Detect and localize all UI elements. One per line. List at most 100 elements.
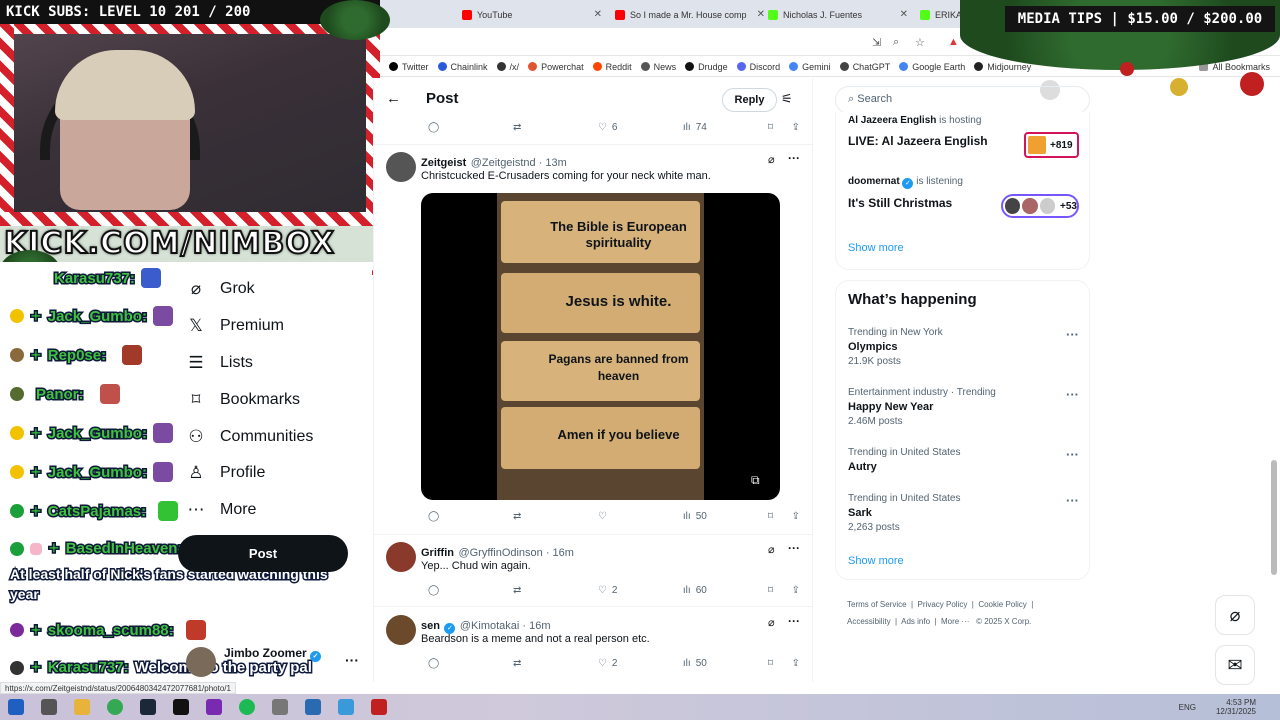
app-icon[interactable]: [305, 699, 321, 715]
close-tab-icon[interactable]: ✕: [594, 9, 602, 20]
more-icon[interactable]: ···: [1066, 387, 1079, 402]
space-listeners[interactable]: +819: [1024, 132, 1079, 158]
obs-icon[interactable]: [371, 699, 387, 715]
spotify-icon[interactable]: [239, 699, 255, 715]
space-listeners[interactable]: +53: [1001, 194, 1079, 218]
footer-link[interactable]: Cookie Policy: [978, 600, 1026, 609]
telegram-icon[interactable]: [338, 699, 354, 715]
bookmark-icon[interactable]: ⌑: [768, 122, 792, 133]
bookmark-icon[interactable]: ⌑: [768, 658, 792, 669]
star-icon[interactable]: ☆: [915, 36, 925, 49]
share-icon[interactable]: ⇪: [792, 658, 800, 669]
bookmark-icon[interactable]: ⌑: [768, 585, 792, 596]
nav-lists[interactable]: ☰ Lists: [186, 353, 253, 373]
bookmark-midjourney[interactable]: Midjourney: [974, 62, 1031, 72]
footer-link[interactable]: More ···: [941, 617, 969, 626]
messages-icon[interactable]: ✉: [1215, 645, 1255, 685]
trend-item[interactable]: Trending in United States Autry ···: [848, 447, 1083, 473]
grok-icon[interactable]: ⌀: [768, 543, 775, 556]
search-input[interactable]: ⌕ Search: [835, 86, 1090, 114]
filter-icon[interactable]: ⚟: [781, 91, 793, 107]
avatar[interactable]: [386, 615, 416, 645]
post-button[interactable]: Post: [178, 535, 348, 572]
footer-link[interactable]: Ads info: [901, 617, 930, 626]
nav-profile[interactable]: ♙ Profile: [186, 463, 265, 483]
bookmark-icon[interactable]: ⌑: [768, 511, 792, 522]
nav-more[interactable]: ⋯ More: [186, 500, 257, 520]
more-icon[interactable]: ···: [1066, 447, 1079, 462]
account-more-icon[interactable]: ···: [345, 652, 359, 668]
space-title[interactable]: LIVE: Al Jazeera English: [848, 134, 988, 148]
space-title[interactable]: It's Still Christmas: [848, 196, 952, 210]
grok-fab-icon[interactable]: ⌀: [1215, 595, 1255, 635]
more-icon[interactable]: ···: [1066, 327, 1079, 342]
bookmark-drudge[interactable]: Drudge: [685, 62, 728, 72]
account-switcher[interactable]: Jimbo Zoomer ✓: [224, 646, 322, 662]
nav-premium[interactable]: 𝕏 Premium: [186, 316, 284, 336]
repost-icon[interactable]: ⇄: [513, 585, 598, 596]
footer-link[interactable]: Terms of Service: [847, 600, 907, 609]
views-button[interactable]: ılı 50: [683, 658, 768, 669]
like-button[interactable]: ♡: [598, 511, 683, 522]
close-tab-icon[interactable]: ✕: [757, 9, 765, 20]
reply-icon[interactable]: ◯: [428, 585, 513, 596]
bookmark-chatgpt[interactable]: ChatGPT: [839, 62, 890, 72]
more-icon[interactable]: ···: [1066, 493, 1079, 508]
repost-icon[interactable]: ⇄: [513, 511, 598, 522]
footer-link[interactable]: Privacy Policy: [918, 600, 968, 609]
grok-icon[interactable]: ⌀: [768, 153, 775, 166]
app-icon[interactable]: [272, 699, 288, 715]
clock[interactable]: 4:53 PM 12/31/2025: [1216, 698, 1256, 716]
nav-grok[interactable]: ⌀ Grok: [186, 279, 255, 299]
terminal-icon[interactable]: [173, 699, 189, 715]
share-icon[interactable]: ⇪: [792, 122, 800, 133]
like-button[interactable]: ♡ 2: [598, 658, 683, 669]
nav-bookmarks[interactable]: ⌑ Bookmarks: [186, 390, 300, 410]
avatar[interactable]: [386, 152, 416, 182]
reply-button[interactable]: Reply: [722, 88, 777, 112]
show-more-link[interactable]: Show more: [848, 555, 904, 567]
file-explorer-icon[interactable]: [74, 699, 90, 715]
reply-icon[interactable]: ◯: [428, 658, 513, 669]
account-avatar[interactable]: [186, 647, 216, 677]
install-icon[interactable]: ⇲: [872, 36, 881, 49]
task-view-icon[interactable]: [41, 699, 57, 715]
tweet-image[interactable]: The Bible is European spirituality Jesus…: [421, 193, 780, 500]
more-icon[interactable]: ···: [788, 541, 800, 555]
grok-icon[interactable]: ⌀: [768, 616, 775, 629]
language-indicator[interactable]: ENG: [1179, 703, 1196, 712]
show-more-link[interactable]: Show more: [848, 242, 904, 254]
bookmark-news[interactable]: News: [640, 62, 676, 72]
repost-icon[interactable]: ⇄: [513, 122, 598, 133]
bookmark-discord[interactable]: Discord: [736, 62, 780, 72]
like-button[interactable]: ♡ 6: [598, 122, 683, 133]
chrome-icon[interactable]: [107, 699, 123, 715]
bookmark-twitter[interactable]: Twitter: [389, 62, 429, 72]
bookmark-gemini[interactable]: Gemini: [789, 62, 831, 72]
more-icon[interactable]: ···: [788, 614, 800, 628]
reply-icon[interactable]: ◯: [428, 122, 513, 133]
bookmark-reddit[interactable]: Reddit: [592, 62, 632, 72]
app-icon[interactable]: [206, 699, 222, 715]
views-button[interactable]: ılı 50: [683, 511, 768, 522]
zoom-icon[interactable]: ⌕: [893, 36, 899, 49]
bookmark-powerchat[interactable]: Powerchat: [528, 62, 584, 72]
reply-icon[interactable]: ◯: [428, 511, 513, 522]
trend-item[interactable]: Trending in New York Olympics 21.9K posts ·…: [848, 327, 1083, 367]
tab-mr-house[interactable]: So I made a Mr. House comp ✕: [615, 4, 765, 26]
back-arrow-icon[interactable]: ←: [386, 90, 401, 107]
like-button[interactable]: ♡ 2: [598, 585, 683, 596]
bookmark-x[interactable]: /x/: [496, 62, 519, 72]
views-button[interactable]: ılı 74: [683, 122, 768, 133]
bookmark-google-earth[interactable]: Google Earth: [899, 62, 965, 72]
extension-icon[interactable]: ▲: [948, 36, 959, 48]
share-icon[interactable]: ⇪: [792, 585, 800, 596]
tab-youtube[interactable]: YouTube ✕: [462, 4, 602, 26]
close-tab-icon[interactable]: ✕: [900, 9, 908, 20]
footer-link[interactable]: Accessibility: [847, 617, 891, 626]
scrollbar-thumb[interactable]: [1271, 460, 1277, 575]
bookmark-chainlink[interactable]: Chainlink: [437, 62, 488, 72]
windows-start-icon[interactable]: [8, 699, 24, 715]
trend-item[interactable]: Entertainment industry · Trending Happy N…: [848, 387, 1083, 427]
more-icon[interactable]: ···: [788, 151, 800, 165]
